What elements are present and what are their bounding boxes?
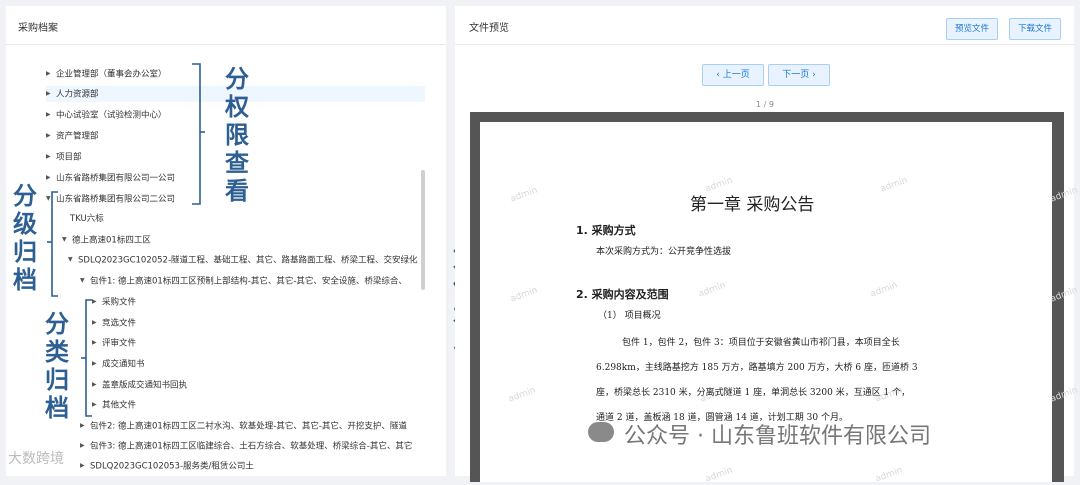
tree-node[interactable]: ▶ 竞选文件	[92, 315, 136, 331]
download-file-button[interactable]: 下载文件	[1009, 18, 1062, 40]
annotation-char: 权	[225, 93, 249, 121]
doc-paragraph-line: 包件 1，包件 2，包件 3：项目位于安徽省黄山市祁门县，本项目全长	[622, 338, 900, 348]
tree-node-label: 资产管理部	[56, 131, 99, 142]
doc-section-1-body: 本次采购方式为：公开竞争性选拔	[596, 247, 732, 257]
tree-node-label: SDLQ2023GC102052-隧道工程、基础工程、其它、路基路面工程、桥梁工…	[78, 255, 418, 266]
wechat-icon	[588, 422, 614, 442]
annotation-char: 归	[13, 238, 37, 266]
annotation-char: 类	[45, 338, 69, 366]
tree-node[interactable]: ▶ 企业管理部（董事会办公室）	[46, 66, 167, 82]
caret-right-icon[interactable]: ▶	[46, 86, 56, 102]
tree-node[interactable]: ▶ 其他文件	[92, 397, 136, 413]
tree-node[interactable]: ▶ 资产管理部	[46, 128, 99, 144]
archive-panel-header: 采购档案	[6, 6, 446, 45]
tree-node[interactable]: ▶ 评审文件	[92, 335, 136, 351]
tree-node[interactable]: ▶ 包件2: 德上高速01标四工区二衬水沟、软基处理-其它、其它-其它、开挖支护、…	[80, 418, 407, 434]
caret-right-icon[interactable]: ▶	[80, 458, 90, 474]
tree-node[interactable]: ▼ 包件1: 德上高速01标四工区预制上部结构-其它、其它-其它、安全设施、桥梁综…	[80, 273, 407, 289]
annotation-level: 分级归档	[10, 182, 40, 294]
annotation-char: 限	[225, 121, 249, 149]
tree-node[interactable]: ▶ 采购文件	[92, 294, 136, 310]
tree-node-label: 包件3: 德上高速01标四工区临建综合、土石方综合、软基处理、桥梁综合-其它、其…	[90, 441, 413, 452]
tree-node-label: 人力资源部	[56, 89, 99, 100]
annotation-char: 查	[225, 149, 249, 177]
tree-node-label: 德上高速01标四工区	[72, 235, 151, 246]
category-bracket	[81, 299, 92, 417]
preview-panel-title: 文件预览	[469, 23, 509, 34]
tree-node-label: 竞选文件	[102, 318, 137, 329]
doc-paragraph-line: 座，桥梁总长 2310 米，分离式隧道 1 座，单洞总长 3200 米，互通区 …	[596, 388, 911, 398]
tree-node-label: 采购文件	[102, 297, 137, 308]
archive-panel-title: 采购档案	[18, 23, 58, 34]
next-page-button[interactable]: 下一页 ›	[768, 64, 830, 86]
tree-node-label: 其他文件	[102, 400, 137, 411]
caret-down-icon[interactable]: ▼	[68, 252, 78, 268]
doc-paragraph-line: 6.298km，主线路基挖方 185 万方，路基填方 200 万方，大桥 6 座…	[596, 363, 918, 373]
annotation-char: 分	[225, 65, 249, 93]
caret-right-icon[interactable]: ▶	[80, 438, 90, 454]
tree-node[interactable]: ▼ SDLQ2023GC102052-隧道工程、基础工程、其它、路基路面工程、桥梁…	[68, 252, 418, 268]
tree-node-label: 项目部	[56, 152, 82, 163]
annotation-char: 分	[45, 310, 69, 338]
tree-node-label: SDLQ2023GC102053-服务类/租赁公司土	[90, 461, 254, 472]
tree-node-label: 盖章版成交通知书回执	[102, 380, 188, 391]
level-bracket	[47, 191, 58, 297]
annotation-char: 分	[13, 182, 37, 210]
caret-down-icon[interactable]: ▼	[62, 232, 72, 248]
annotation-category: 分类归档	[42, 310, 72, 422]
wechat-account-text: 公众号 · 山东鲁班软件有限公司	[624, 424, 931, 449]
caret-right-icon[interactable]: ▶	[46, 107, 56, 123]
caret-right-icon[interactable]: ▶	[46, 66, 56, 82]
tree-node[interactable]: ▶ 盖章版成交通知书回执	[92, 377, 187, 393]
tree-node[interactable]: ▶ 成交通知书	[92, 356, 145, 372]
tree-node-label: 山东省路桥集团有限公司二公司	[56, 194, 176, 205]
preview-file-button[interactable]: 预览文件	[946, 18, 999, 40]
annotation-permission: 分权限查看	[222, 65, 252, 205]
tree-node-label: 中心试验室（试验检测中心）	[56, 110, 167, 121]
prev-page-button[interactable]: ‹ 上一页	[702, 64, 764, 86]
tree-node-label: 成交通知书	[102, 359, 145, 370]
footer-logo: 大数跨境	[8, 451, 64, 467]
tree-node[interactable]: ▶ SDLQ2023GC102053-服务类/租赁公司土	[80, 458, 254, 474]
next-page-label: 下一页	[782, 70, 810, 80]
caret-right-icon[interactable]: ▶	[46, 170, 56, 186]
caret-right-icon[interactable]: ▶	[46, 128, 56, 144]
tree-node-label: 企业管理部（董事会办公室）	[56, 69, 167, 80]
tree-node[interactable]: ▶ 包件3: 德上高速01标四工区临建综合、土石方综合、软基处理、桥梁综合-其它、…	[80, 438, 412, 454]
tree-scrollbar[interactable]	[421, 170, 425, 290]
caret-right-icon[interactable]: ▶	[80, 418, 90, 434]
tree-node[interactable]: ▶ 项目部	[46, 149, 82, 165]
page-indicator: 1 / 9	[756, 100, 774, 109]
tree-node[interactable]: TKU六标	[70, 211, 104, 227]
doc-section-2-title: 2. 采购内容及范围	[576, 288, 669, 301]
chevron-right-icon: ›	[812, 70, 816, 80]
doc-section-2-subtitle: （1） 项目概况	[598, 311, 661, 321]
caret-right-icon[interactable]: ▶	[46, 149, 56, 165]
annotation-char: 归	[45, 366, 69, 394]
caret-down-icon[interactable]: ▼	[80, 273, 90, 289]
chevron-left-icon: ‹	[716, 70, 720, 80]
annotation-char: 级	[13, 210, 37, 238]
tree-node[interactable]: ▶ 山东省路桥集团有限公司一公司	[46, 170, 175, 186]
tree-node[interactable]: ▼ 山东省路桥集团有限公司二公司	[46, 191, 175, 207]
permission-bracket	[192, 63, 205, 205]
tree-node-label: 山东省路桥集团有限公司一公司	[56, 173, 176, 184]
doc-chapter-title: 第一章 采购公告	[690, 195, 815, 215]
annotation-char: 档	[13, 266, 37, 294]
tree-node[interactable]: ▼ 德上高速01标四工区	[62, 232, 151, 248]
tree-node-label: 包件2: 德上高速01标四工区二衬水沟、软基处理-其它、其它-其它、开挖支护、隧…	[90, 421, 407, 432]
doc-section-1-title: 1. 采购方式	[576, 224, 636, 237]
tree-node[interactable]: ▶ 中心试验室（试验检测中心）	[46, 107, 167, 123]
prev-page-label: 上一页	[722, 70, 750, 80]
tree-node-label: 包件1: 德上高速01标四工区预制上部结构-其它、其它-其它、安全设施、桥梁综合…	[90, 276, 407, 287]
annotation-char: 档	[45, 394, 69, 422]
tree-node-label: 评审文件	[102, 338, 137, 349]
tree-node-label: TKU六标	[70, 214, 104, 224]
annotation-char: 看	[225, 177, 249, 205]
